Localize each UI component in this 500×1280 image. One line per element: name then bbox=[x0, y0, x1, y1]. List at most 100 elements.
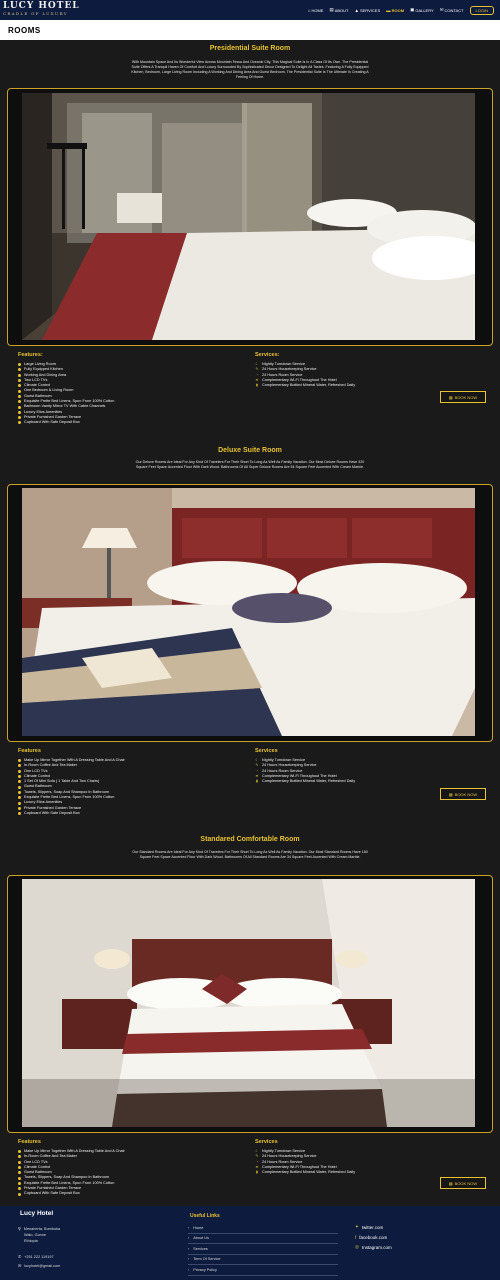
bed-icon: ▬ bbox=[386, 7, 391, 13]
chevron-right-icon: › bbox=[188, 1225, 190, 1230]
services-list: ☾ Nightly Turndown Service ✎ 24 Hours House… bbox=[255, 1149, 355, 1175]
bullet-icon bbox=[18, 801, 21, 805]
bullet-icon bbox=[18, 1176, 21, 1180]
footer-link-privacy-policy[interactable]: › Privacy Policy bbox=[188, 1265, 338, 1276]
bullet-icon bbox=[18, 400, 21, 404]
bullet-icon bbox=[18, 1150, 21, 1154]
bullet-icon bbox=[18, 785, 21, 789]
phone-icon: ✆ bbox=[18, 1255, 22, 1259]
nav-contact[interactable]: ✉ CONTACT bbox=[440, 7, 464, 13]
room-title: Deluxe Suite Room bbox=[218, 447, 282, 454]
bullet-icon bbox=[18, 379, 21, 383]
bullet-icon bbox=[18, 1166, 21, 1170]
nav-about[interactable]: ▤ ABOUT bbox=[329, 7, 348, 13]
room-description: Our Deluxe Rooms Are Ideal For Any Kind … bbox=[135, 460, 365, 469]
bullet-icon bbox=[18, 373, 21, 377]
chevron-right-icon: › bbox=[188, 1257, 190, 1262]
service-text: Complementary Bottled Mineral Water, Ref… bbox=[262, 383, 356, 388]
room-photo bbox=[22, 879, 475, 1127]
feature-item: Cupboard With Safe Deposit Box bbox=[18, 1191, 125, 1196]
footer-email[interactable]: ✉ lucyhotel@gmail.com bbox=[18, 1263, 61, 1269]
social-label: Instagram.com bbox=[361, 1244, 392, 1250]
features-heading: Features bbox=[18, 1139, 41, 1145]
email-text: lucyhotel@gmail.com bbox=[24, 1263, 61, 1268]
services-icon: ▲ bbox=[354, 7, 359, 13]
login-button[interactable]: LOGIN bbox=[469, 5, 494, 15]
bottle-icon: ▮ bbox=[256, 1170, 258, 1175]
features-list: Make Up Mirror Together With A Dressing … bbox=[18, 1149, 125, 1197]
service-text: Complementary Bottled Mineral Water, Ref… bbox=[262, 779, 356, 784]
social-links-list: ✦ twitter.com f facebook.com ◎ Instagram.com bbox=[355, 1222, 392, 1252]
bullet-icon bbox=[18, 1192, 21, 1196]
brand-tagline: CRADLE OF LUXURY bbox=[3, 11, 68, 16]
bullet-icon bbox=[18, 384, 21, 388]
bullet-icon bbox=[18, 394, 21, 398]
phone-text: +251 222 119197 bbox=[24, 1254, 54, 1259]
nav-gallery[interactable]: ▣ GALLERY bbox=[410, 7, 434, 13]
useful-links-list: › Home › About Us › Services › Term Of Service ›… bbox=[188, 1223, 338, 1276]
services-list: ☾ Nightly Turndown Service ✎ 24 Hours House… bbox=[255, 758, 355, 784]
social-link[interactable]: ✦ twitter.com bbox=[355, 1222, 392, 1232]
footer-link-home[interactable]: › Home bbox=[188, 1223, 338, 1234]
room-photo bbox=[22, 93, 475, 340]
footer: Lucy Hotel ⚲ Menaherta, Bumbuka Walo, Gon… bbox=[0, 1206, 500, 1280]
footer-link-about-us[interactable]: › About Us bbox=[188, 1234, 338, 1244]
room-description: Our Standard Rooms Are Ideal For Any Kin… bbox=[132, 850, 368, 859]
nav-label: CONTACT bbox=[444, 7, 464, 13]
bottle-icon: ▮ bbox=[256, 779, 258, 784]
feature-text: Cupboard With Safe Deposit Box bbox=[24, 420, 80, 425]
bullet-icon bbox=[18, 1187, 21, 1191]
book-now-button[interactable]: ▦ BOOK NOW bbox=[440, 391, 486, 403]
nav-label: ROOM bbox=[391, 7, 405, 13]
book-now-button[interactable]: ▦ BOOK NOW bbox=[440, 788, 486, 800]
bullet-icon bbox=[18, 769, 21, 773]
features-heading: Features bbox=[18, 748, 41, 754]
features-list: Large Living Room Fully Equipped Kitchen W… bbox=[18, 362, 114, 426]
gallery-icon: ▣ bbox=[410, 7, 415, 12]
about-icon: ▤ bbox=[329, 7, 334, 12]
bullet-icon bbox=[18, 806, 21, 810]
service-item: ▮ Complementary Bottled Mineral Water, Re… bbox=[255, 779, 355, 784]
nav-home[interactable]: ⌂ HOME bbox=[308, 8, 324, 13]
book-now-label: BOOK NOW bbox=[454, 394, 478, 400]
footer-link-label: Home bbox=[193, 1225, 204, 1230]
feature-item: Cupboard With Safe Deposit Box bbox=[18, 811, 125, 816]
bullet-icon bbox=[18, 389, 21, 393]
nav-room[interactable]: ▬ ROOM bbox=[386, 8, 404, 13]
social-link[interactable]: f facebook.com bbox=[355, 1232, 392, 1242]
footer-link-label: Term Of Service bbox=[193, 1257, 221, 1262]
footer-link-label: About Us bbox=[193, 1236, 209, 1241]
calendar-icon: ▦ bbox=[448, 791, 453, 797]
page-title-bar: ROOMS bbox=[0, 20, 500, 40]
room-title: Standared Comfortable Room bbox=[200, 836, 300, 843]
service-item: ▮ Complementary Bottled Mineral Water, Re… bbox=[255, 1170, 355, 1175]
email-icon: ✉ bbox=[18, 1264, 22, 1268]
instagram-icon: ◎ bbox=[355, 1244, 359, 1249]
social-link[interactable]: ◎ Instagram.com bbox=[355, 1242, 392, 1252]
chevron-right-icon: › bbox=[188, 1246, 190, 1251]
features-list: Make Up Mirror Together With A Dressing … bbox=[18, 758, 125, 816]
bullet-icon bbox=[18, 1181, 21, 1185]
top-navbar: LUCY HOTEL CRADLE OF LUXURY ⌂ HOME ▤ ABOUT ▲… bbox=[0, 0, 500, 20]
footer-title: Lucy Hotel bbox=[20, 1210, 54, 1217]
chevron-right-icon: › bbox=[188, 1267, 190, 1272]
page-title: ROOMS bbox=[8, 26, 41, 35]
footer-phone[interactable]: ✆ +251 222 119197 bbox=[18, 1254, 54, 1260]
room-description: With Mountain Space And Its Wonderful Vi… bbox=[131, 60, 369, 79]
feature-item: Cupboard With Safe Deposit Box bbox=[18, 420, 114, 425]
useful-links-title: Useful Links bbox=[190, 1213, 220, 1219]
book-now-label: BOOK NOW bbox=[454, 791, 478, 797]
twitter-icon: ✦ bbox=[355, 1224, 359, 1229]
bullet-icon bbox=[18, 1155, 21, 1159]
nav-services[interactable]: ▲ SERVICES bbox=[354, 8, 380, 13]
brand-logo[interactable]: LUCY HOTEL CRADLE OF LUXURY bbox=[3, 1, 80, 17]
book-now-button[interactable]: ▦ BOOK NOW bbox=[440, 1177, 486, 1189]
bullet-icon bbox=[18, 421, 21, 425]
services-heading: Services: bbox=[255, 352, 280, 358]
social-label: facebook.com bbox=[359, 1234, 388, 1240]
bullet-icon bbox=[18, 764, 21, 768]
bullet-icon bbox=[18, 775, 21, 779]
bullet-icon bbox=[18, 796, 21, 800]
footer-link-services[interactable]: › Services bbox=[188, 1244, 338, 1255]
footer-link-term-of-service[interactable]: › Term Of Service bbox=[188, 1255, 338, 1265]
